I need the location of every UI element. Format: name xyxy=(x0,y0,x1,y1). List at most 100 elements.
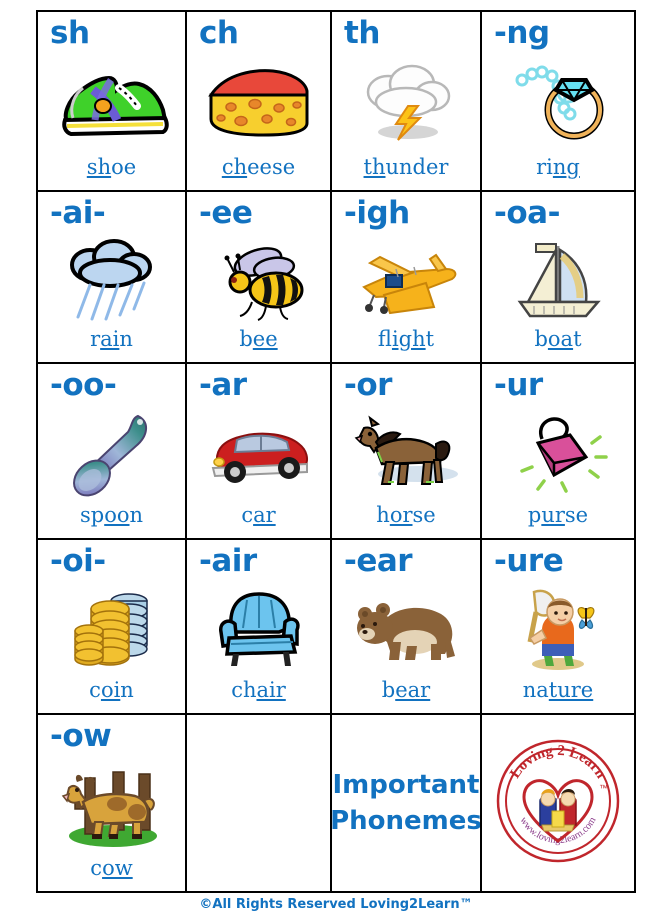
brand-logo-cell: Loving 2 Learn www.loving2learn.com ™ xyxy=(482,715,634,891)
bear-icon xyxy=(332,580,480,678)
empty-cell xyxy=(187,715,332,891)
phoneme-cell-spoon: -oo- spoon xyxy=(38,364,187,540)
word-suffix: se xyxy=(412,503,436,527)
word-phoneme-part: igh xyxy=(391,327,426,351)
phoneme-label: -ee xyxy=(199,195,253,231)
phoneme-cell-horse: -or horse xyxy=(332,364,482,540)
word-suffix: t xyxy=(425,327,435,351)
word-suffix: n xyxy=(119,327,133,351)
word-label: nature xyxy=(482,680,634,701)
word-prefix: b xyxy=(534,327,548,351)
phoneme-cell-shoe: sh shoe xyxy=(38,12,187,192)
ring-icon xyxy=(482,52,634,150)
phoneme-cell-car: -ar car xyxy=(187,364,332,540)
phoneme-label: -air xyxy=(199,543,257,579)
phoneme-label: -ai- xyxy=(50,195,106,231)
word-label: horse xyxy=(332,505,480,526)
word-label: bee xyxy=(187,329,330,350)
loving2learn-logo-icon: Loving 2 Learn www.loving2learn.com ™ xyxy=(494,737,622,870)
chart-title-line2: Phonemes xyxy=(332,806,482,836)
word-label: thunder xyxy=(332,157,480,178)
word-prefix: r xyxy=(90,327,101,351)
thunder-cloud-icon xyxy=(332,52,480,150)
word-label: cheese xyxy=(187,157,330,178)
word-prefix: ri xyxy=(536,155,553,179)
phoneme-label: th xyxy=(344,15,380,51)
word-prefix: b xyxy=(239,327,253,351)
shoe-icon xyxy=(38,52,185,150)
chart-title-line1: Important xyxy=(332,769,480,800)
word-phoneme-part: oi xyxy=(100,678,121,702)
phoneme-label: -oi- xyxy=(50,543,106,579)
phoneme-label: ch xyxy=(199,15,239,51)
child-butterfly-net-icon xyxy=(482,580,634,678)
word-phoneme-part: or xyxy=(389,503,413,527)
phoneme-cell-bee: -ee bee xyxy=(187,192,332,364)
phoneme-cell-ring: -ng ring xyxy=(482,12,634,192)
word-label: spoon xyxy=(38,505,185,526)
word-prefix: c xyxy=(90,856,103,880)
phoneme-label: -ure xyxy=(494,543,564,579)
word-label: rain xyxy=(38,329,185,350)
phoneme-label: -oa- xyxy=(494,195,560,231)
copyright-footer: ©All Rights Reserved Loving2Learn™ xyxy=(199,897,473,912)
word-prefix: na xyxy=(522,678,549,702)
sailboat-icon xyxy=(482,232,634,330)
svg-text:™: ™ xyxy=(599,783,608,793)
word-phoneme-part: th xyxy=(363,155,386,179)
word-suffix: oe xyxy=(111,155,137,179)
spoon-icon xyxy=(38,404,185,502)
word-prefix: h xyxy=(376,503,390,527)
word-phoneme-part: ai xyxy=(100,327,120,351)
bee-icon xyxy=(187,232,330,330)
word-phoneme-part: sh xyxy=(86,155,112,179)
word-prefix: p xyxy=(527,503,542,527)
cheese-icon xyxy=(187,52,330,150)
word-prefix: b xyxy=(381,678,396,702)
purse-icon xyxy=(482,404,634,502)
phoneme-cell-bear: -ear bear xyxy=(332,540,482,715)
phoneme-cell-boat: -oa- boat xyxy=(482,192,634,364)
phoneme-label: -ur xyxy=(494,367,543,403)
airplane-icon xyxy=(332,232,480,330)
cow-icon xyxy=(38,755,185,853)
phoneme-cell-thunder: th thunder xyxy=(332,12,482,192)
phoneme-label: -ow xyxy=(50,718,112,754)
phoneme-label: -igh xyxy=(344,195,410,231)
horse-icon xyxy=(332,404,480,502)
phoneme-cell-cow: -ow cow xyxy=(38,715,187,891)
car-icon xyxy=(187,404,330,502)
word-label: bear xyxy=(332,680,480,701)
word-label: boat xyxy=(482,329,634,350)
phoneme-cell-flight: -igh flight xyxy=(332,192,482,364)
phoneme-cell-coin: -oi- coin xyxy=(38,540,187,715)
coins-icon xyxy=(38,580,185,678)
phoneme-grid: sh shoe ch cheese th thunder -ng ring -a… xyxy=(36,10,636,893)
word-phoneme-part: ow xyxy=(102,856,133,880)
phoneme-label: -or xyxy=(344,367,392,403)
word-suffix: t xyxy=(573,327,582,351)
phoneme-label: -oo- xyxy=(50,367,117,403)
phoneme-cell-purse: -ur purse xyxy=(482,364,634,540)
word-prefix: fl xyxy=(377,327,392,351)
phoneme-cell-rain: -ai- rain xyxy=(38,192,187,364)
phoneme-cell-chair: -air chair xyxy=(187,540,332,715)
armchair-icon xyxy=(187,580,330,678)
rain-cloud-icon xyxy=(38,232,185,330)
word-phoneme-part: ng xyxy=(552,155,580,179)
phonics-chart-sheet: sh shoe ch cheese th thunder -ng ring -a… xyxy=(0,0,672,921)
word-phoneme-part: ee xyxy=(252,327,278,351)
word-label: flight xyxy=(332,329,480,350)
phoneme-cell-cheese: ch cheese xyxy=(187,12,332,192)
word-suffix: eese xyxy=(247,155,296,179)
word-label: cow xyxy=(38,858,185,879)
word-phoneme-part: oa xyxy=(547,327,574,351)
word-label: purse xyxy=(482,505,634,526)
phoneme-label: -ar xyxy=(199,367,247,403)
phoneme-label: sh xyxy=(50,15,90,51)
word-suffix: se xyxy=(564,503,589,527)
word-label: car xyxy=(187,505,330,526)
word-phoneme-part: ch xyxy=(221,155,248,179)
word-phoneme-part: ur xyxy=(541,503,565,527)
word-label: chair xyxy=(187,680,330,701)
